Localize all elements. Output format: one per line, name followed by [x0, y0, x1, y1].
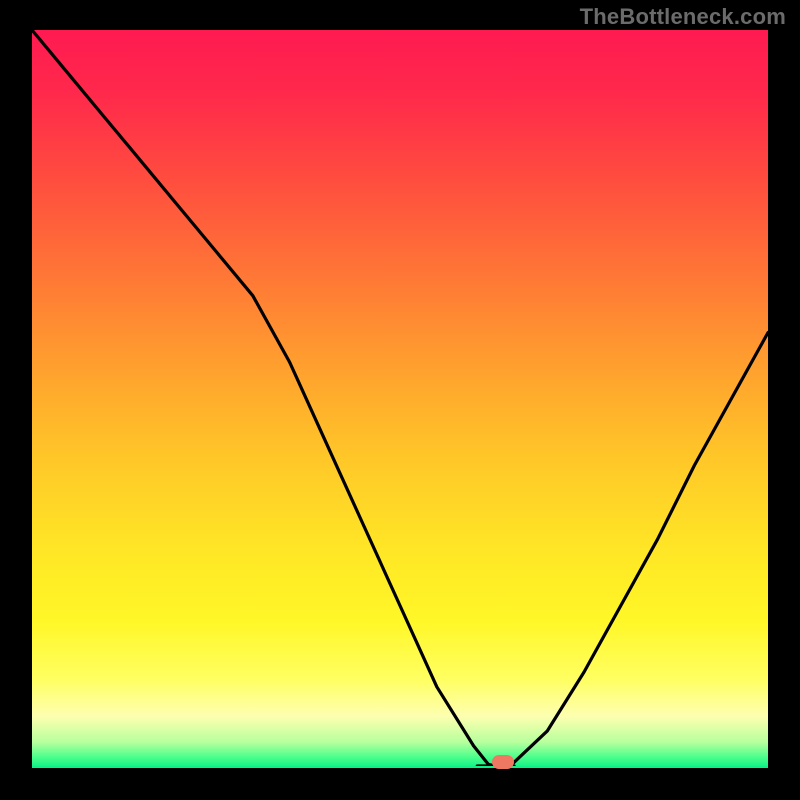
- bottleneck-curve: [32, 30, 768, 768]
- chart-area: [32, 30, 768, 768]
- watermark-text: TheBottleneck.com: [580, 4, 786, 30]
- optimum-marker: [492, 755, 514, 769]
